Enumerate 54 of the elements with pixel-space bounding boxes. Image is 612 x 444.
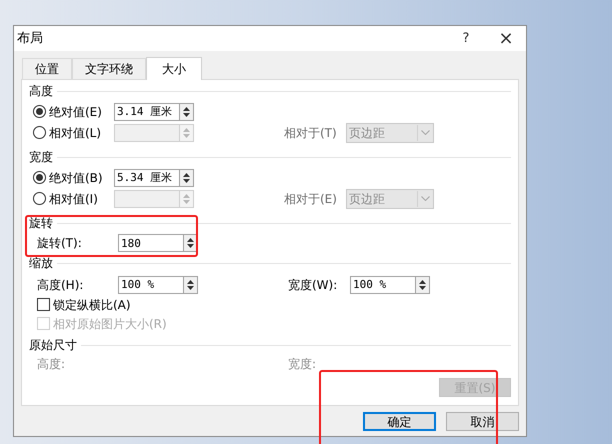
section-title: 缩放 <box>29 255 53 272</box>
radio-button[interactable] <box>33 171 46 184</box>
checkbox[interactable] <box>37 298 50 311</box>
spin-button[interactable] <box>183 276 198 294</box>
radio-button[interactable] <box>33 105 46 118</box>
field-label: 高度(H): <box>37 276 84 294</box>
tab[interactable]: 文字环绕 <box>72 58 146 79</box>
field-label: 宽度(W): <box>288 276 338 294</box>
spin-button[interactable] <box>415 276 430 294</box>
section-title: 原始尺寸 <box>29 337 77 354</box>
close-button[interactable]: × <box>496 30 516 48</box>
down-triangle-icon <box>183 134 190 138</box>
dialog-button[interactable]: 确定 <box>363 412 436 431</box>
input-field[interactable]: 180 <box>118 234 183 252</box>
up-triangle-icon <box>183 128 190 132</box>
radio-label: 相对值(L) <box>49 124 102 142</box>
dialog-button[interactable]: 取消 <box>446 412 519 431</box>
up-triangle-icon <box>187 280 194 284</box>
down-triangle-icon <box>183 200 190 204</box>
input-field[interactable]: 3.14 厘米 <box>114 102 179 120</box>
checkbox-label: 相对原始图片大小(R) <box>53 316 167 332</box>
window-title: 布局 <box>17 30 43 48</box>
radio-label: 绝对值(B) <box>49 170 104 186</box>
radio-label: 绝对值(E) <box>49 104 103 120</box>
spin-button[interactable] <box>179 168 194 186</box>
up-triangle-icon <box>187 238 194 242</box>
down-triangle-icon <box>187 244 194 248</box>
help-button[interactable]: ? <box>456 28 476 48</box>
down-triangle-icon <box>187 286 194 290</box>
section-title: 宽度 <box>29 149 53 166</box>
tab[interactable]: 位置 <box>22 58 72 79</box>
tab[interactable]: 大小 <box>146 57 202 80</box>
radio-label: 相对值(I) <box>49 190 99 208</box>
up-triangle-icon <box>183 194 190 198</box>
field-label: 宽度: <box>288 356 316 372</box>
up-triangle-icon <box>419 280 426 284</box>
field-label: 相对于(T) <box>284 124 338 142</box>
spin-button[interactable] <box>179 102 194 120</box>
field-label: 相对于(E) <box>284 190 338 208</box>
down-triangle-icon <box>419 286 426 290</box>
field-label: 高度: <box>37 356 66 372</box>
checkbox-label: 锁定纵横比(A) <box>53 296 131 314</box>
down-triangle-icon <box>183 178 190 182</box>
input-field[interactable]: 100 % <box>350 276 415 294</box>
input-field[interactable]: 100 % <box>118 276 183 294</box>
up-triangle-icon <box>183 172 190 176</box>
section-title: 高度 <box>29 83 53 100</box>
up-triangle-icon <box>183 106 190 110</box>
chevron-down-icon <box>417 124 433 140</box>
section-title: 旋转 <box>29 215 53 232</box>
down-triangle-icon <box>183 112 190 116</box>
input-field[interactable]: 5.34 厘米 <box>114 168 179 186</box>
chevron-down-icon <box>417 190 433 206</box>
field-label: 旋转(T): <box>37 235 83 252</box>
